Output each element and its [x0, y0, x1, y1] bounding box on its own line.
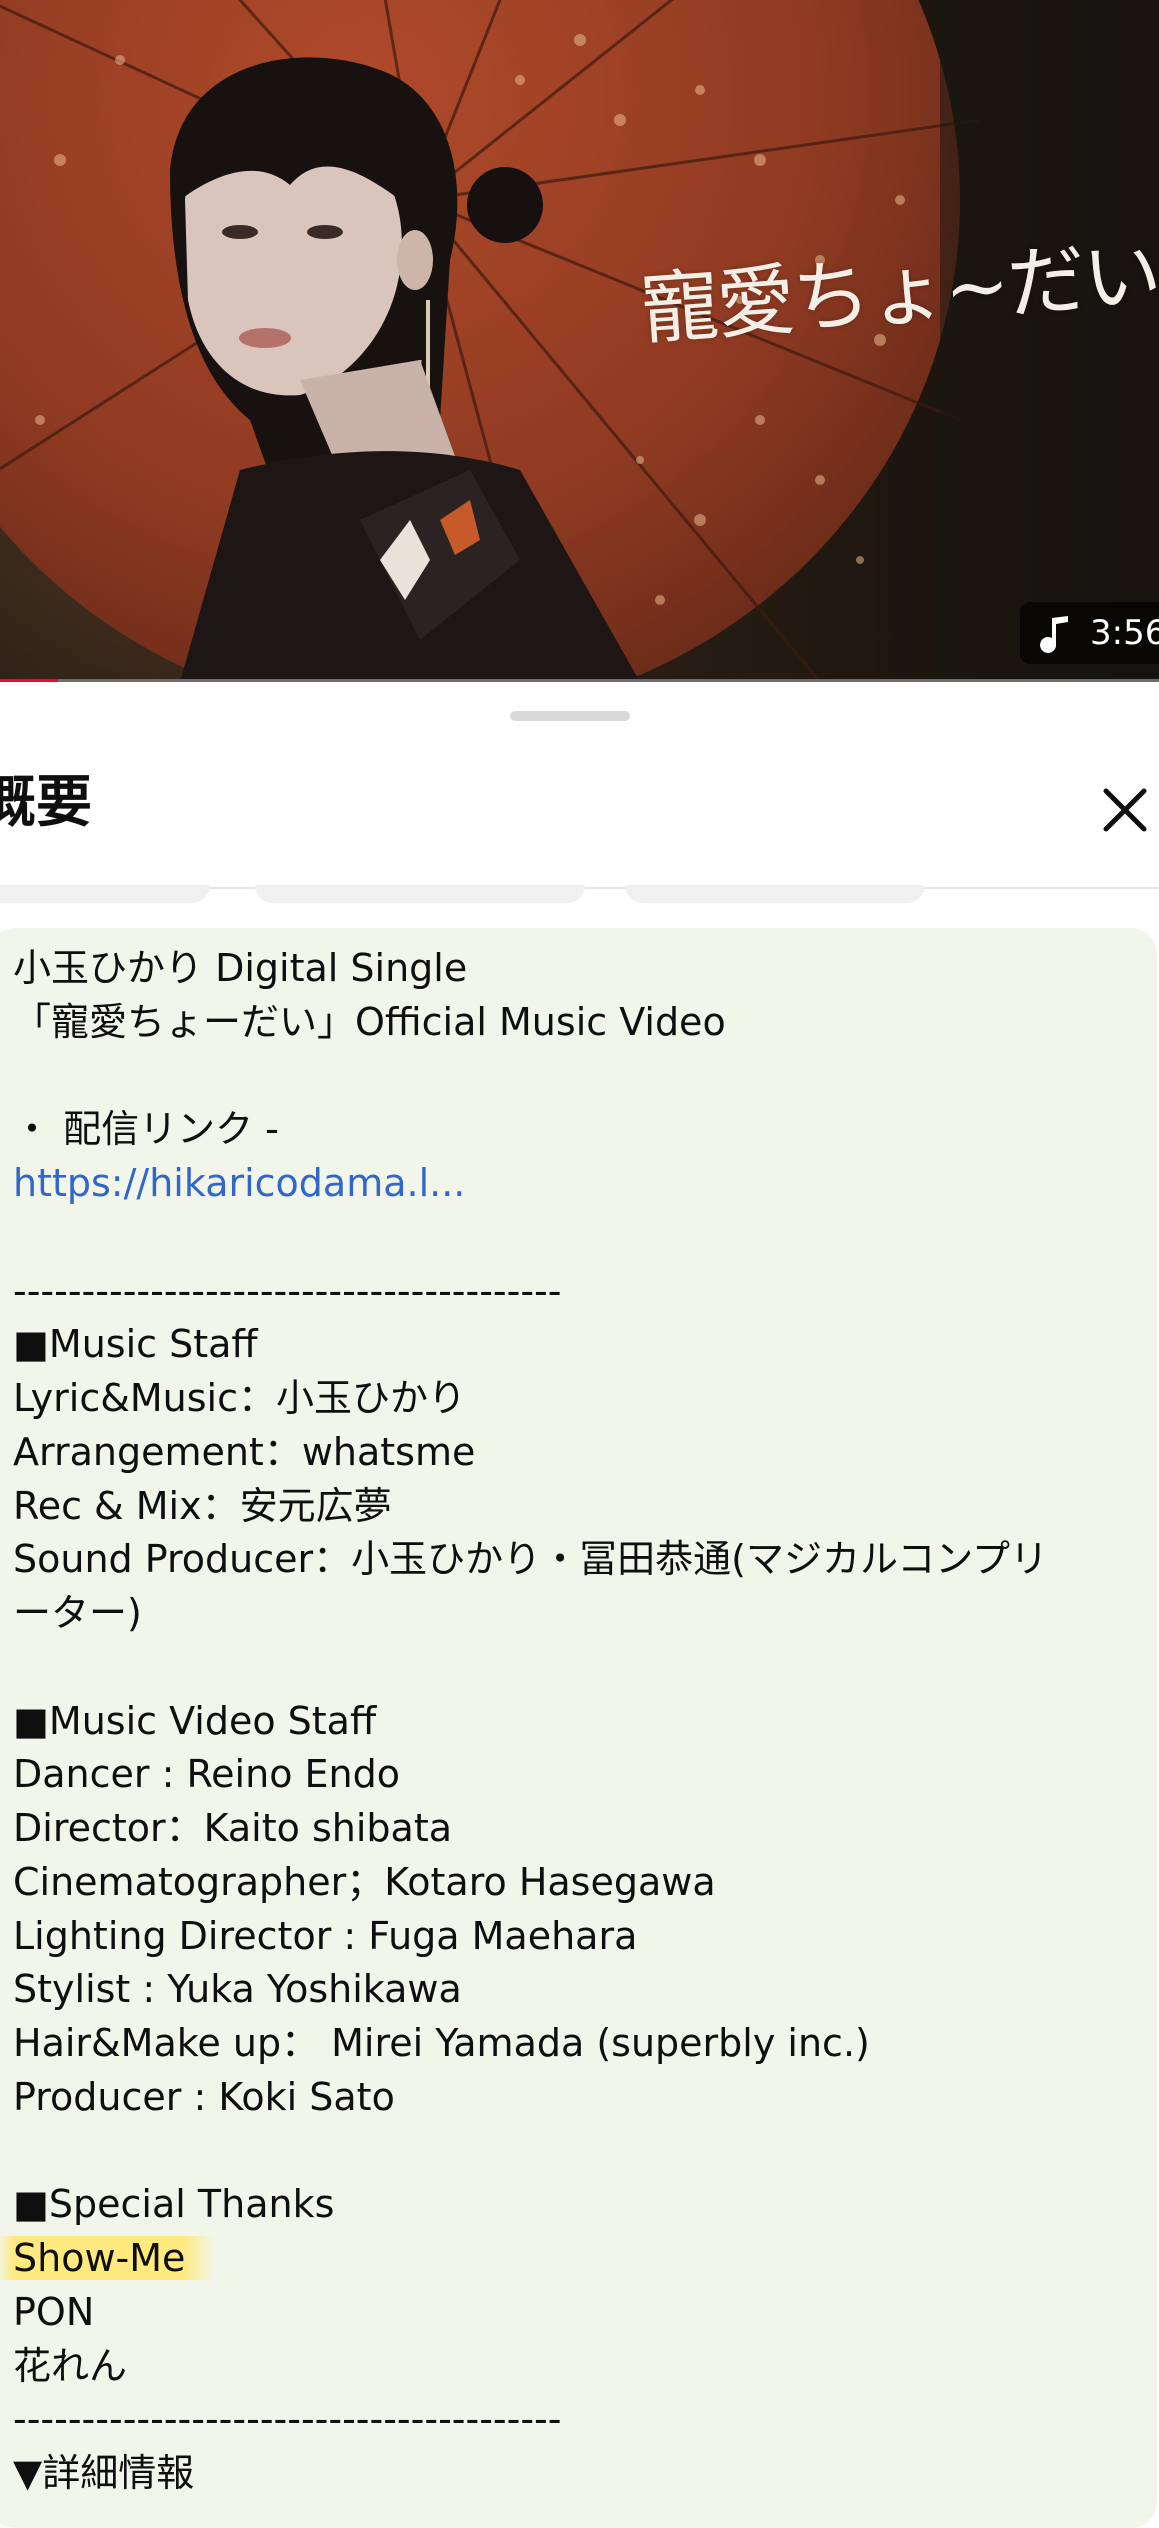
description-line: ・ 配信リンク - — [13, 1107, 279, 1152]
description-section-heading: ■Music Staff — [13, 1322, 258, 1367]
stat-chip — [625, 885, 925, 903]
video-progress-fill — [0, 679, 58, 682]
duration-badge: 3:56 — [1020, 602, 1159, 664]
description-line: Stylist : Yuka Yoshikawa — [13, 1967, 462, 2012]
description-line: 小玉ひかり Digital Single — [13, 946, 468, 990]
description-line: Producer : Koki Sato — [13, 2074, 395, 2119]
stat-chip — [255, 885, 585, 903]
duration-text: 3:56 — [1090, 613, 1159, 653]
details-toggle[interactable]: ▼詳細情報 — [13, 2448, 194, 2498]
description-line: ---------------------------------------- — [13, 1268, 562, 1313]
description-section-heading: ■Music Video Staff — [13, 1698, 377, 1743]
description-line: Hair&Make up： Mirei Yamada (superbly inc… — [13, 2021, 870, 2065]
description-line: ーター) — [13, 1591, 142, 1635]
description-line: Sound Producer：小玉ひかり・冨田恭通(マジカルコンプリ — [13, 1537, 1049, 1582]
music-note-icon — [1040, 616, 1068, 653]
description-line: 「寵愛ちょーだい」Official Music Video — [13, 999, 726, 1044]
stat-chip — [0, 885, 210, 903]
description-line: Lyric&Music：小玉ひかり — [13, 1376, 466, 1420]
video-progress-bar[interactable] — [0, 679, 1159, 682]
description-line: Show-Me — [0, 2233, 216, 2283]
description-line: Cinematographer；Kotaro Hasegawa — [13, 1859, 716, 1904]
highlighted-text: Show-Me — [0, 2236, 216, 2280]
sheet-drag-handle[interactable] — [510, 711, 630, 721]
description-link[interactable]: https://hikaricodama.l... — [13, 1158, 465, 1208]
description-line: Director：Kaito shibata — [13, 1806, 453, 1850]
description-line: Lighting Director : Fuga Maehara — [13, 1913, 638, 1958]
video-frame-artwork — [0, 0, 1159, 682]
description-section-heading: ■Special Thanks — [13, 2182, 335, 2227]
description-line: Arrangement：whatsme — [13, 1429, 476, 1474]
description-sheet: 概要 小玉ひかり Digital Single 「寵愛ちょーだい」Official… — [0, 685, 1159, 2528]
description-line: Rec & Mix：安元広夢 — [13, 1483, 392, 1528]
description-line: PON — [13, 2289, 95, 2334]
sheet-title: 概要 — [0, 770, 92, 835]
description-line: 花れん — [13, 2343, 128, 2388]
close-icon[interactable] — [1100, 785, 1150, 835]
description-line: Dancer : Reino Endo — [13, 1752, 400, 1797]
video-player[interactable]: 寵愛ちょ~だい 3:56 — [0, 0, 1159, 682]
description-line: ---------------------------------------- — [13, 2397, 562, 2442]
description-card: 小玉ひかり Digital Single 「寵愛ちょーだい」Official Mu… — [0, 928, 1157, 2528]
